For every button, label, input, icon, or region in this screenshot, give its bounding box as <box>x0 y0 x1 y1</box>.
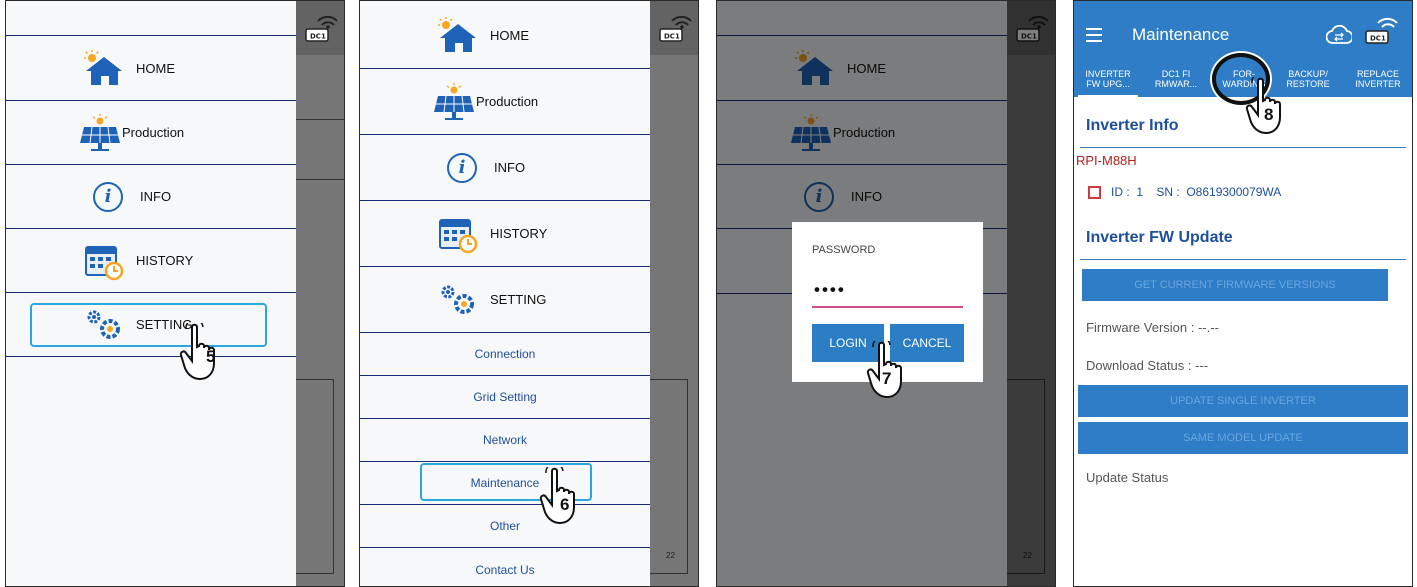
calendar-clock-icon <box>436 214 480 254</box>
background-divider <box>296 179 344 180</box>
menu-item-label: Production <box>122 125 185 140</box>
section-divider <box>1080 259 1406 260</box>
drawer-divider <box>6 35 296 36</box>
solar-panel-icon <box>78 113 122 153</box>
menu-item-production[interactable]: Production <box>360 69 650 135</box>
background-app: 22 <box>650 1 698 586</box>
screen-step-6: 22 HOME Production i INFO HISTORY SETTIN… <box>359 0 699 587</box>
menu-item-label: SETTING <box>490 292 547 307</box>
navigation-drawer: HOME Production i INFO HISTORY SETTING <box>6 1 296 586</box>
svg-text:DC1: DC1 <box>1370 35 1386 43</box>
step-number: 7 <box>882 369 892 388</box>
device-checkbox[interactable] <box>1088 185 1101 199</box>
step-number: 5 <box>206 347 216 366</box>
router-icon[interactable] <box>304 15 338 45</box>
menu-item-production[interactable]: Production <box>6 101 296 165</box>
menu-item-info[interactable]: i INFO <box>360 135 650 201</box>
tab-replace-inverter[interactable]: REPLACE INVERTER <box>1346 69 1410 89</box>
menu-item-setting[interactable]: SETTING <box>360 267 650 333</box>
tab-active-indicator <box>1078 95 1138 98</box>
menu-item-label: Production <box>476 94 539 109</box>
gears-icon <box>436 280 480 320</box>
fw-update-heading: Inverter FW Update <box>1086 229 1233 246</box>
inverter-info-heading: Inverter Info <box>1086 117 1179 134</box>
menu-item-label: HISTORY <box>490 226 548 241</box>
submenu-other[interactable]: Other <box>360 505 650 548</box>
download-status: Download Status : --- <box>1086 358 1209 373</box>
same-model-update-button[interactable]: SAME MODEL UPDATE <box>1078 422 1408 454</box>
firmware-version: Firmware Version : --.-- <box>1086 320 1219 335</box>
device-row[interactable]: ID : 1 SN : O8619300079WA <box>1088 185 1281 199</box>
inverter-model: RPI-M88H <box>1076 153 1137 168</box>
password-input[interactable]: •••• <box>812 274 963 308</box>
tap-hand-icon <box>178 323 228 383</box>
submenu-contact-us[interactable]: Contact Us <box>360 548 650 586</box>
step-number: 8 <box>1264 105 1274 124</box>
get-firmware-versions-button[interactable]: GET CURRENT FIRMWARE VERSIONS <box>1082 269 1388 301</box>
step-number: 6 <box>560 495 570 514</box>
app-header: Maintenance DC1 <box>1074 1 1412 57</box>
tab-inverter-fw-upgrade[interactable]: INVERTER FW UPG... <box>1078 69 1138 98</box>
info-icon: i <box>440 148 484 188</box>
submenu-network[interactable]: Network <box>360 419 650 462</box>
background-divider <box>296 119 344 120</box>
background-tick-label: 22 <box>666 551 675 560</box>
menu-item-history[interactable]: HISTORY <box>360 201 650 267</box>
hamburger-menu-icon[interactable] <box>1086 28 1102 42</box>
menu-item-history[interactable]: HISTORY <box>6 229 296 293</box>
device-id-serial: ID : 1 SN : O8619300079WA <box>1111 185 1282 199</box>
cloud-sync-icon[interactable] <box>1326 25 1352 45</box>
menu-item-home[interactable]: HOME <box>360 3 650 69</box>
dialog-title: PASSWORD <box>812 244 876 256</box>
menu-item-label: HOME <box>136 61 175 76</box>
section-divider <box>1080 147 1406 148</box>
background-app <box>296 1 344 586</box>
update-single-inverter-button[interactable]: UPDATE SINGLE INVERTER <box>1078 385 1408 417</box>
menu-item-label: INFO <box>140 189 172 204</box>
background-chart <box>650 379 688 574</box>
highlight-setting <box>30 303 267 347</box>
screen-step-7: 22 HOME Production i INFO PASSWORD •••• … <box>716 0 1056 587</box>
submenu-connection[interactable]: Connection <box>360 333 650 376</box>
home-icon <box>436 16 480 56</box>
menu-item-home[interactable]: HOME <box>6 37 296 101</box>
router-icon[interactable] <box>658 15 692 45</box>
menu-item-label: HISTORY <box>136 253 194 268</box>
router-icon[interactable]: DC1 <box>1364 17 1398 47</box>
home-icon <box>82 49 126 89</box>
menu-item-label: INFO <box>494 160 526 175</box>
screen-step-8: Maintenance DC1 INVERTER FW UPG... DC1 F… <box>1073 0 1413 587</box>
background-chart <box>296 379 334 574</box>
menu-item-info[interactable]: i INFO <box>6 165 296 229</box>
update-status: Update Status <box>1086 470 1169 485</box>
screen-step-5: HOME Production i INFO HISTORY SETTING 5 <box>5 0 345 587</box>
tab-dc1-firmware[interactable]: DC1 FI RMWAR... <box>1146 69 1206 89</box>
info-icon: i <box>86 177 130 217</box>
calendar-clock-icon <box>82 241 126 281</box>
solar-panel-icon <box>432 82 476 122</box>
menu-item-label: HOME <box>490 28 529 43</box>
page-title: Maintenance <box>1132 25 1230 44</box>
submenu-grid-setting[interactable]: Grid Setting <box>360 376 650 419</box>
